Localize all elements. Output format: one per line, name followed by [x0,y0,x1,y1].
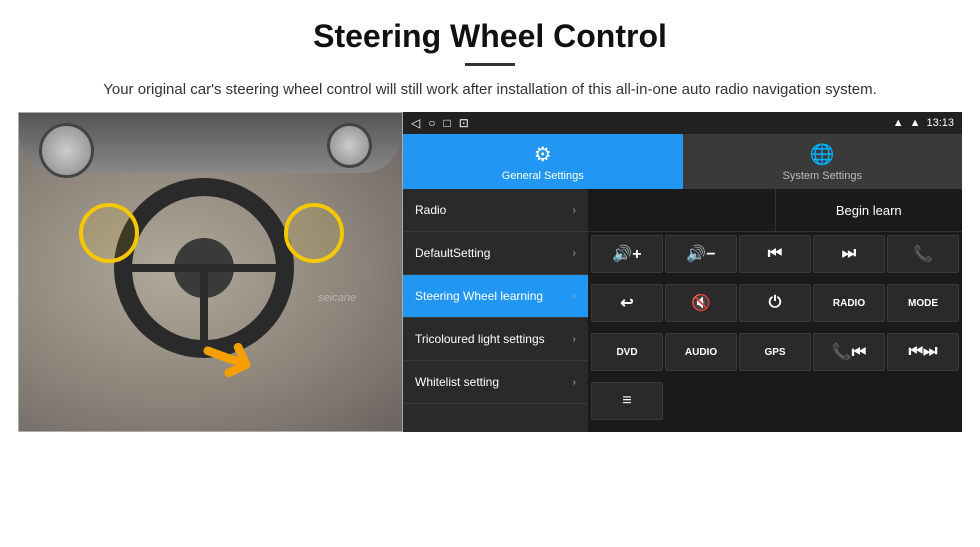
prev-track-icon: ⏮ [768,245,782,263]
speedometer-left [39,123,94,178]
watermark: seicane [318,292,356,304]
tab-bar: ⚙ General Settings 🌐 System Settings [403,134,962,189]
dvd-button[interactable]: DVD [591,333,663,371]
page-header: Steering Wheel Control Your original car… [0,0,980,112]
menu-item-radio[interactable]: Radio › [403,189,588,232]
begin-learn-row: Begin learn [588,189,962,232]
volume-up-icon: 🔊+ [612,244,641,264]
menu-whitelist-label: Whitelist setting [415,375,573,389]
clock: 13:13 [926,117,954,129]
radio-button[interactable]: RADIO [813,284,885,322]
mute-button[interactable]: 🔇 [665,284,737,322]
car-background: ➜ seicane [19,113,402,431]
menu-whitelist-chevron: › [573,377,576,388]
list-button[interactable]: ≡ [591,382,663,420]
audio-label: AUDIO [685,347,717,358]
volume-up-button[interactable]: 🔊+ [591,235,663,273]
highlight-circle-right [284,203,344,263]
spoke-left [132,264,204,272]
page-subtitle: Your original car's steering wheel contr… [100,78,880,102]
tab-system-settings[interactable]: 🌐 System Settings [683,134,963,189]
tab-system-label: System Settings [783,170,862,182]
prev-next-icon: ⏮⏭ [909,343,938,361]
volume-down-icon: 🔊− [686,244,715,264]
back-button[interactable]: ↩ [591,284,663,322]
call-button[interactable]: 📞 [887,235,959,273]
menu-item-defaultsetting[interactable]: DefaultSetting › [403,232,588,275]
menu-steering-chevron: › [573,291,576,302]
back-icon: ↩ [620,293,633,313]
menu-radio-chevron: › [573,205,576,216]
android-panel: ◁ ○ □ ⊡ ▲ ▲ 13:13 ⚙ General Settings 🌐 S… [403,112,962,432]
begin-learn-empty-cell [588,189,776,231]
prev-next-button[interactable]: ⏮⏭ [887,333,959,371]
status-bar: ◁ ○ □ ⊡ ▲ ▲ 13:13 [403,112,962,134]
menu-defaultsetting-chevron: › [573,248,576,259]
recents-nav-icon[interactable]: □ [443,116,450,130]
list-icon: ≡ [622,392,631,410]
call-prev-button[interactable]: 📞⏮ [813,333,885,371]
right-panel: Begin learn 🔊+ 🔊− ⏮ ⏭ [588,189,962,432]
menu-item-whitelist[interactable]: Whitelist setting › [403,361,588,404]
wifi-icon: ▲ [910,117,921,129]
title-divider [465,63,515,66]
left-menu: Radio › DefaultSetting › Steering Wheel … [403,189,588,432]
radio-label: RADIO [833,298,865,309]
dvd-label: DVD [616,347,637,358]
dashboard [19,113,402,173]
power-button[interactable]: ⏻ [739,284,811,322]
menu-steering-label: Steering Wheel learning [415,289,573,303]
call-prev-icon: 📞⏮ [832,342,866,362]
menu-defaultsetting-label: DefaultSetting [415,246,573,260]
begin-learn-button[interactable]: Begin learn [776,189,963,231]
call-icon: 📞 [913,244,933,264]
mode-label: MODE [908,298,938,309]
next-track-button[interactable]: ⏭ [813,235,885,273]
menu-tricoloured-chevron: › [573,334,576,345]
prev-track-button[interactable]: ⏮ [739,235,811,273]
menu-tricoloured-label: Tricoloured light settings [415,332,573,346]
menu-item-steering-wheel[interactable]: Steering Wheel learning › [403,275,588,318]
tab-general-settings[interactable]: ⚙ General Settings [403,134,683,189]
menu-radio-label: Radio [415,203,573,217]
status-bar-right: ▲ ▲ 13:13 [893,117,954,129]
car-image: ➜ seicane [18,112,403,432]
tab-general-label: General Settings [502,170,584,182]
back-nav-icon[interactable]: ◁ [411,116,420,130]
system-settings-icon: 🌐 [810,142,835,167]
content-area: ➜ seicane ◁ ○ □ ⊡ ▲ ▲ 13:13 ⚙ General Se… [0,112,980,444]
signal-icon: ▲ [893,117,904,129]
volume-down-button[interactable]: 🔊− [665,235,737,273]
gps-label: GPS [764,347,785,358]
audio-button[interactable]: AUDIO [665,333,737,371]
gps-button[interactable]: GPS [739,333,811,371]
power-icon: ⏻ [769,294,782,312]
highlight-circle-left [79,203,139,263]
menu-item-tricoloured[interactable]: Tricoloured light settings › [403,318,588,361]
page-title: Steering Wheel Control [40,18,940,55]
main-content: Radio › DefaultSetting › Steering Wheel … [403,189,962,432]
status-bar-left: ◁ ○ □ ⊡ [411,116,469,130]
cast-icon[interactable]: ⊡ [459,116,469,130]
speedometer-right [327,123,372,168]
controls-grid: 🔊+ 🔊− ⏮ ⏭ 📞 ↩ [588,232,962,432]
next-track-icon: ⏭ [842,245,856,263]
spoke-right [204,264,276,272]
general-settings-icon: ⚙ [534,142,552,167]
mute-icon: 🔇 [691,293,711,313]
mode-button[interactable]: MODE [887,284,959,322]
home-nav-icon[interactable]: ○ [428,116,435,130]
